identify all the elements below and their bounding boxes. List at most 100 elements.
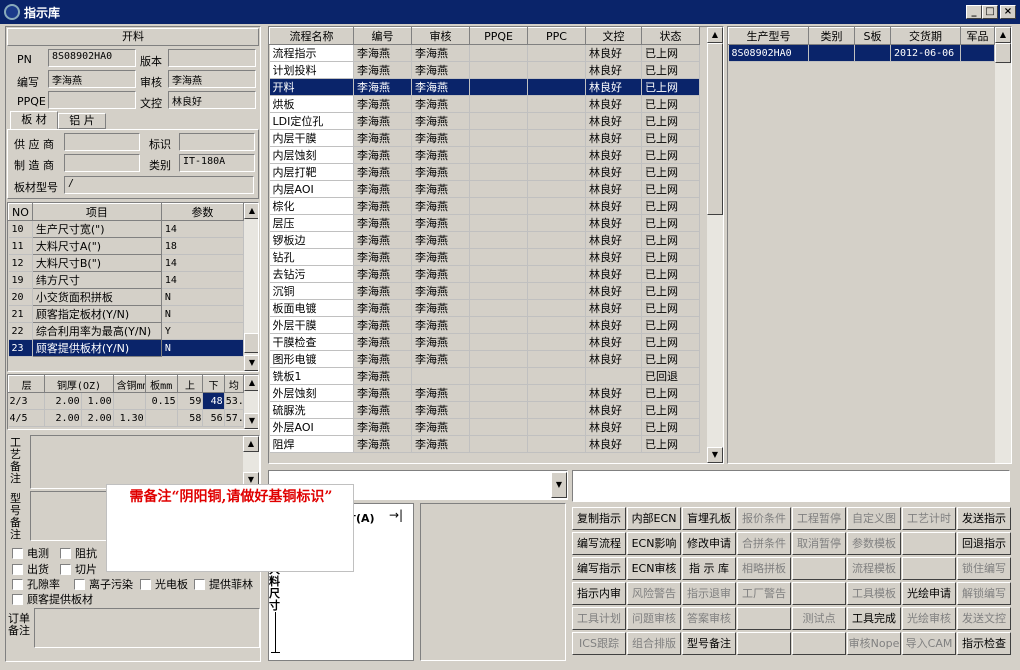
process-cell[interactable]: 已上网: [641, 231, 700, 249]
process-cell[interactable]: 已上网: [641, 435, 700, 453]
pn-field[interactable]: 8S08902HA0: [48, 49, 136, 67]
process-header[interactable]: 流程名称: [269, 27, 354, 45]
action-button[interactable]: 锁住编写: [957, 557, 1011, 580]
minimize-button[interactable]: _: [966, 5, 982, 19]
process-cell[interactable]: 李海燕: [353, 197, 412, 215]
process-cell[interactable]: 已上网: [641, 316, 700, 334]
version-field[interactable]: [168, 49, 256, 67]
action-button[interactable]: 自定义图: [847, 507, 901, 530]
process-cell[interactable]: 林良好: [585, 265, 642, 283]
process-cell[interactable]: 李海燕: [411, 435, 470, 453]
process-row[interactable]: 铣板1 李海燕 已回退: [269, 367, 700, 385]
process-cell[interactable]: [469, 95, 528, 113]
process-cell[interactable]: [527, 367, 586, 385]
process-cell[interactable]: 李海燕: [411, 78, 470, 96]
params-cell-no[interactable]: 19: [8, 271, 33, 289]
params-cell-value[interactable]: Y: [161, 322, 245, 340]
process-cell[interactable]: 李海燕: [411, 333, 470, 351]
checkbox-icon[interactable]: [140, 578, 151, 590]
action-button[interactable]: 取消暂停: [792, 532, 846, 555]
process-cell[interactable]: [527, 282, 586, 300]
params-row[interactable]: 19 纬方尺寸 14: [8, 271, 245, 289]
process-cell[interactable]: 林良好: [585, 95, 642, 113]
process-cell[interactable]: 李海燕: [411, 214, 470, 232]
process-header[interactable]: PPC: [527, 27, 586, 45]
process-cell[interactable]: [527, 146, 586, 164]
process-cell[interactable]: 已上网: [641, 180, 700, 198]
process-cell[interactable]: [469, 265, 528, 283]
layer-cell[interactable]: 57.: [224, 409, 245, 427]
process-cell[interactable]: 内层打靶: [269, 163, 354, 181]
process-cell[interactable]: [469, 350, 528, 368]
process-cell[interactable]: LDI定位孔: [269, 112, 354, 130]
process-row[interactable]: 去钻污 李海燕 李海燕 林良好 已上网: [269, 265, 700, 283]
process-cell[interactable]: 林良好: [585, 44, 642, 62]
model-cell[interactable]: 2012-06-06: [890, 44, 961, 62]
scroll-up-icon[interactable]: ▲: [244, 203, 258, 219]
process-cell[interactable]: 林良好: [585, 384, 642, 402]
layer-row[interactable]: 2/3 2.00 1.00 0.15 59 48 53.: [8, 392, 245, 410]
process-cell[interactable]: 板面电镀: [269, 299, 354, 317]
process-cell[interactable]: 李海燕: [353, 78, 412, 96]
process-cell[interactable]: [469, 418, 528, 436]
params-cell-item[interactable]: 综合利用率为最高(Y/N): [31, 322, 162, 340]
process-cell[interactable]: [469, 299, 528, 317]
params-cell-item[interactable]: 大料尺寸A("): [31, 237, 162, 255]
process-cell[interactable]: 李海燕: [411, 129, 470, 147]
process-row[interactable]: 外层AOI 李海燕 李海燕 林良好 已上网: [269, 418, 700, 436]
process-cell[interactable]: 李海燕: [411, 95, 470, 113]
check-porosity[interactable]: 孔隙率: [12, 576, 60, 592]
action-button[interactable]: 测试点: [792, 607, 846, 630]
process-cell[interactable]: [585, 367, 642, 385]
process-row[interactable]: 内层AOI 李海燕 李海燕 林良好 已上网: [269, 180, 700, 198]
process-cell[interactable]: 李海燕: [353, 112, 412, 130]
process-cell[interactable]: [527, 163, 586, 181]
process-cell[interactable]: 李海燕: [353, 180, 412, 198]
check-opto[interactable]: 光电板: [140, 576, 188, 592]
action-button[interactable]: 工具完成: [847, 607, 901, 630]
action-button[interactable]: 指示检查: [957, 632, 1011, 655]
check-section[interactable]: 切片: [60, 561, 97, 577]
process-cell[interactable]: [527, 435, 586, 453]
params-cell-value[interactable]: 14: [161, 220, 245, 238]
process-cell[interactable]: [527, 384, 586, 402]
process-cell[interactable]: 李海燕: [411, 299, 470, 317]
params-cell-value[interactable]: 18: [161, 237, 245, 255]
maximize-button[interactable]: □: [982, 5, 998, 19]
action-button[interactable]: 光绘申请: [902, 582, 956, 605]
layer-cell[interactable]: 4/5: [8, 409, 46, 427]
params-row[interactable]: 20 小交货面积拼板 N: [8, 288, 245, 306]
process-cell[interactable]: 李海燕: [411, 316, 470, 334]
process-cell[interactable]: [469, 435, 528, 453]
process-cell[interactable]: [527, 95, 586, 113]
process-cell[interactable]: 林良好: [585, 401, 642, 419]
scroll-up-icon[interactable]: ▲: [707, 27, 723, 43]
layer-row[interactable]: 4/5 2.00 2.00 1.30 58 56 57.: [8, 409, 245, 427]
layer-cell[interactable]: 0.15: [145, 392, 178, 410]
process-cell[interactable]: 李海燕: [353, 214, 412, 232]
process-cell[interactable]: 开料: [269, 78, 354, 96]
params-cell-item[interactable]: 顾客指定板材(Y/N): [31, 305, 162, 323]
process-cell[interactable]: [527, 299, 586, 317]
action-button[interactable]: 指 示 库: [682, 557, 736, 580]
process-cell[interactable]: 外层干膜: [269, 316, 354, 334]
checkbox-icon[interactable]: [12, 593, 23, 605]
process-cell[interactable]: 已上网: [641, 384, 700, 402]
process-row[interactable]: 计划投料 李海燕 李海燕 林良好 已上网: [269, 61, 700, 79]
order-remark-field[interactable]: [34, 608, 260, 648]
action-button[interactable]: [902, 532, 956, 555]
process-cell[interactable]: 李海燕: [353, 265, 412, 283]
params-cell-value[interactable]: 14: [161, 271, 245, 289]
action-button[interactable]: 审核Nope: [847, 632, 901, 655]
scroll-thumb[interactable]: [244, 333, 258, 353]
action-button[interactable]: [792, 632, 846, 655]
process-cell[interactable]: 李海燕: [411, 163, 470, 181]
process-cell[interactable]: [527, 129, 586, 147]
params-cell-no[interactable]: 23: [8, 339, 33, 357]
process-cell[interactable]: 棕化: [269, 197, 354, 215]
process-row[interactable]: 内层干膜 李海燕 李海燕 林良好 已上网: [269, 129, 700, 147]
process-cell[interactable]: 已上网: [641, 129, 700, 147]
process-cell[interactable]: 李海燕: [411, 231, 470, 249]
layer-cell[interactable]: 59: [177, 392, 204, 410]
process-cell[interactable]: 李海燕: [411, 180, 470, 198]
